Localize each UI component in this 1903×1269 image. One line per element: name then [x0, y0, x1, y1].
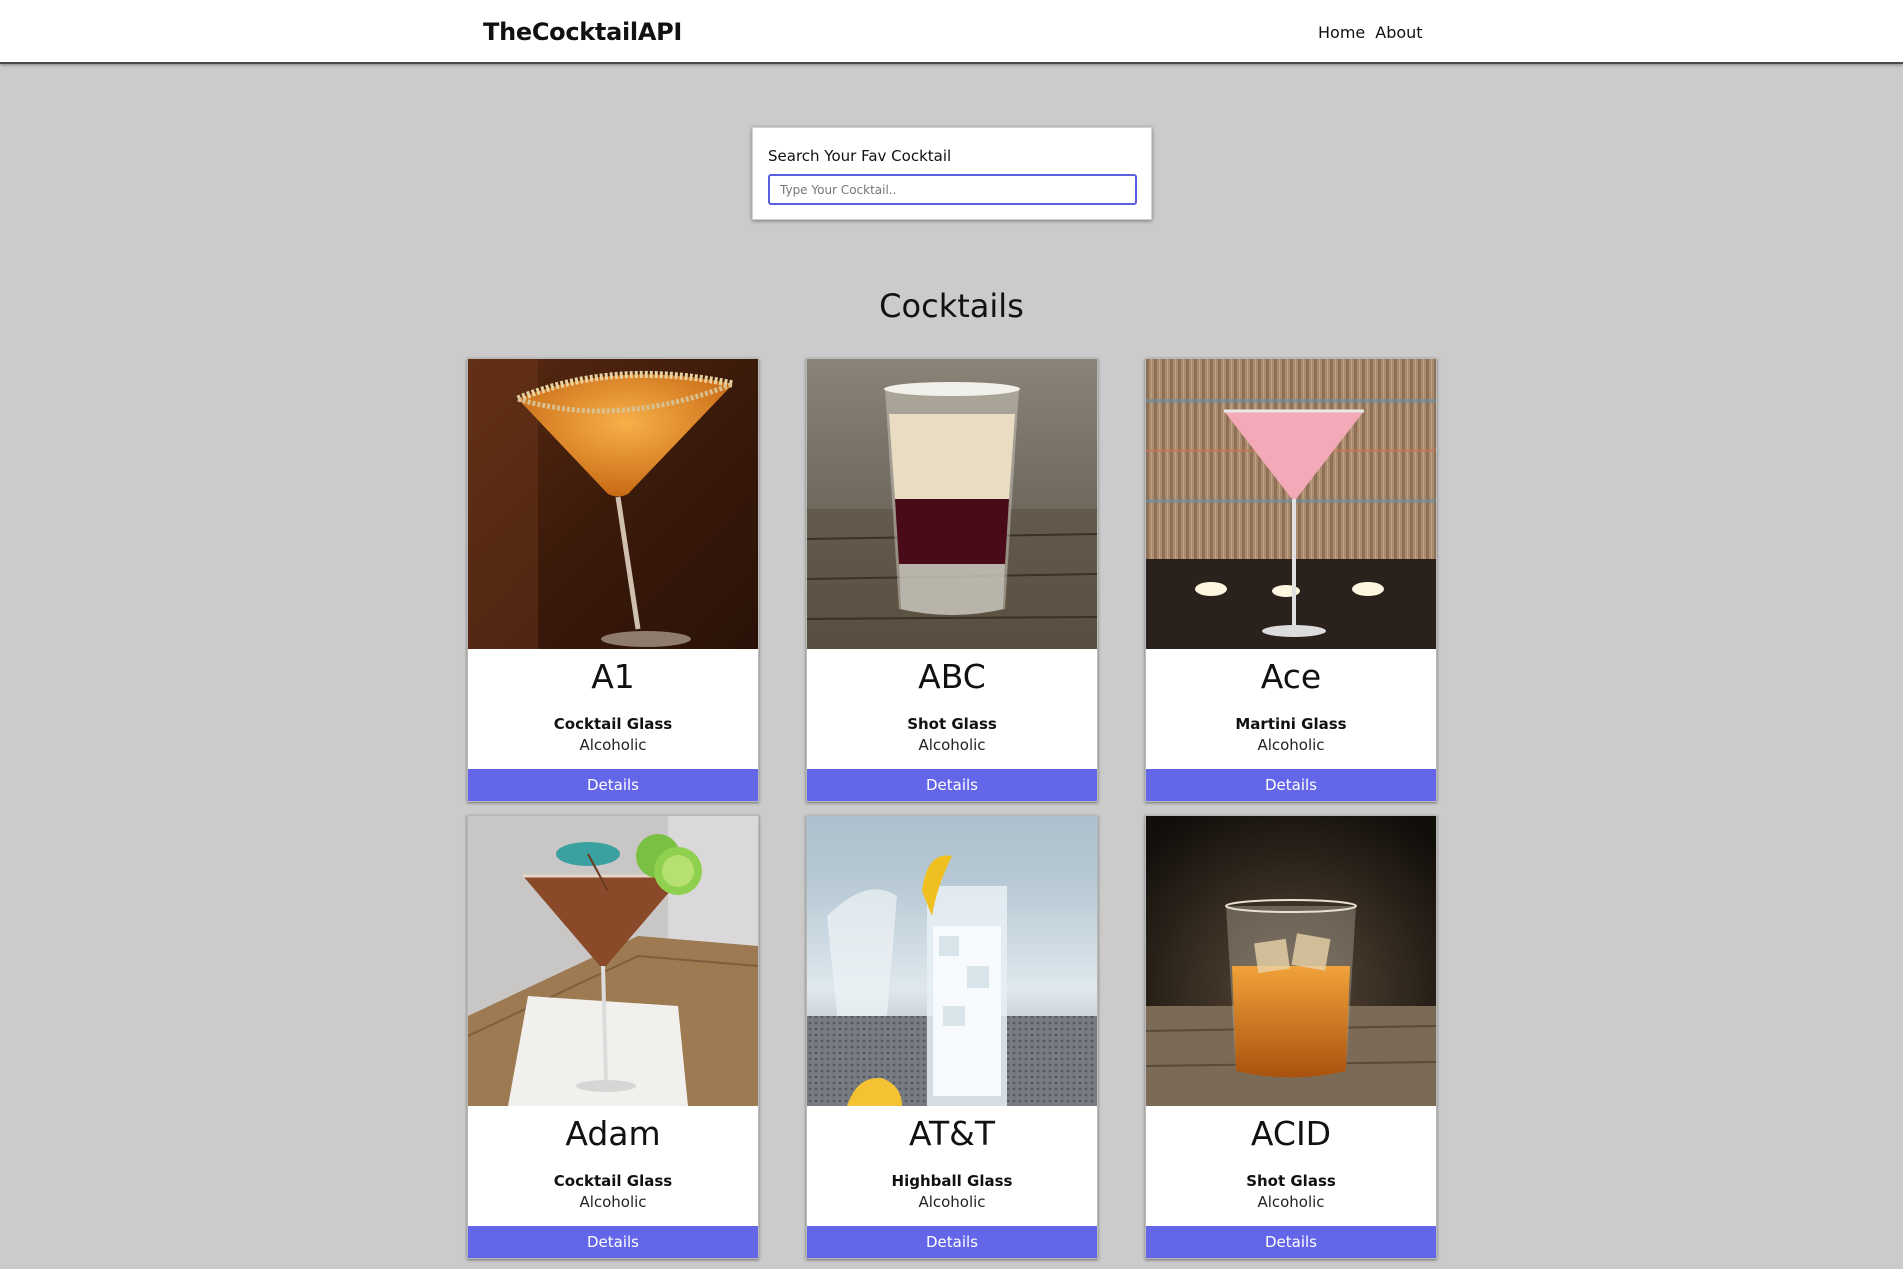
details-button[interactable]: Details [1146, 769, 1436, 801]
navbar: TheCocktailAPI Home About [0, 0, 1903, 64]
cocktail-card: A1 Cocktail Glass Alcoholic Details [467, 358, 759, 802]
cocktail-card: AT&T Highball Glass Alcoholic Details [806, 815, 1098, 1259]
cocktail-card: ABC Shot Glass Alcoholic Details [806, 358, 1098, 802]
details-button[interactable]: Details [468, 769, 758, 801]
cocktail-glass: Cocktail Glass [553, 1172, 673, 1190]
cocktail-name: Ace [1260, 657, 1322, 696]
cocktail-card: Adam Cocktail Glass Alcoholic Details [467, 815, 759, 1259]
cocktail-type: Alcoholic [1257, 736, 1325, 754]
cocktail-card: Ace Martini Glass Alcoholic Details [1145, 358, 1437, 802]
search-input[interactable] [768, 174, 1137, 205]
cocktail-grid: A1 Cocktail Glass Alcoholic Details ABC … [467, 358, 1437, 1259]
nav-links: Home About [1318, 23, 1423, 42]
cocktail-image [468, 359, 758, 649]
cocktail-type: Alcoholic [918, 1193, 986, 1211]
details-button[interactable]: Details [468, 1226, 758, 1258]
cocktail-image [1146, 816, 1436, 1106]
details-button[interactable]: Details [807, 769, 1097, 801]
search-label: Search Your Fav Cocktail [768, 147, 952, 165]
nav-home-link[interactable]: Home [1318, 23, 1365, 42]
cocktail-glass: Highball Glass [891, 1172, 1013, 1190]
orange-martini-image [468, 359, 758, 649]
cocktail-glass: Martini Glass [1235, 715, 1347, 733]
pink-martini-image [1146, 359, 1436, 649]
cocktail-image [807, 359, 1097, 649]
brand-logo[interactable]: TheCocktailAPI [483, 18, 682, 46]
cocktail-glass: Shot Glass [1246, 1172, 1336, 1190]
cocktail-type: Alcoholic [579, 736, 647, 754]
nav-about-link[interactable]: About [1375, 23, 1422, 42]
amber-martini-image [468, 816, 758, 1106]
cocktail-name: Adam [565, 1114, 661, 1153]
search-card: Search Your Fav Cocktail [752, 127, 1152, 220]
cocktail-name: ACID [1250, 1114, 1332, 1153]
cocktail-type: Alcoholic [1257, 1193, 1325, 1211]
whisky-glass-image [1146, 816, 1436, 1106]
cocktail-type: Alcoholic [918, 736, 986, 754]
details-button[interactable]: Details [807, 1226, 1097, 1258]
details-button[interactable]: Details [1146, 1226, 1436, 1258]
cocktail-card: ACID Shot Glass Alcoholic Details [1145, 815, 1437, 1259]
cocktail-name: AT&T [908, 1114, 996, 1153]
cocktail-name: ABC [918, 657, 986, 696]
cocktail-image [807, 816, 1097, 1106]
cocktail-type: Alcoholic [579, 1193, 647, 1211]
cocktail-glass: Shot Glass [907, 715, 997, 733]
section-title: Cocktails [879, 287, 1024, 325]
cocktail-image [468, 816, 758, 1106]
layered-shot-image [807, 359, 1097, 649]
cocktail-glass: Cocktail Glass [553, 715, 673, 733]
cocktail-name: A1 [591, 657, 635, 696]
cocktail-image [1146, 359, 1436, 649]
highball-image [807, 816, 1097, 1106]
